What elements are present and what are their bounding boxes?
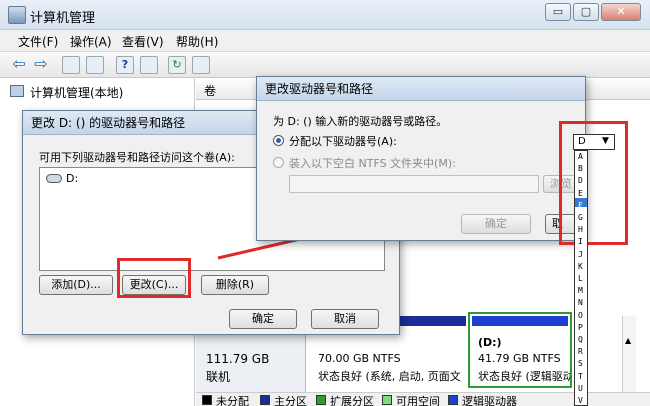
drive-letter-option[interactable]: I	[578, 238, 583, 247]
selected-letter: D	[578, 136, 586, 147]
radio-dot-icon	[276, 138, 281, 143]
instruction-text: 为 D: () 输入新的驱动器号或路径。	[273, 115, 448, 128]
drive-letter-combobox[interactable]: D ▼	[573, 134, 615, 150]
radio-assign[interactable]	[273, 135, 284, 146]
drive-letter-option[interactable]: T	[578, 372, 583, 382]
drive-letter-option[interactable]: N	[578, 299, 583, 308]
drive-letter-option[interactable]: M	[578, 287, 583, 296]
drive-letter-option[interactable]: O	[578, 311, 583, 321]
dialog-title: 更改驱动器号和路径	[257, 77, 585, 101]
drive-letter-option[interactable]: H	[578, 226, 583, 235]
drive-letter-option[interactable]: S	[578, 360, 583, 369]
drive-letter-option[interactable]: R	[578, 348, 583, 357]
drive-letter-option[interactable]: F	[578, 201, 583, 211]
drive-letter-option[interactable]: J	[578, 250, 583, 260]
radio-mount-label[interactable]: 装入以下空白 NTFS 文件夹中(M):	[289, 155, 456, 171]
drive-letter-option[interactable]: D	[578, 177, 583, 186]
drive-letter-option[interactable]: L	[578, 274, 583, 284]
drive-letter-option[interactable]: Q	[578, 335, 583, 345]
radio-mount[interactable]	[273, 157, 284, 168]
change-letter-path-dialog: 更改驱动器号和路径 为 D: () 输入新的驱动器号或路径。 分配以下驱动器号(…	[256, 76, 586, 241]
drive-letter-option[interactable]: K	[578, 262, 583, 272]
drive-letter-option[interactable]: E	[578, 189, 583, 199]
drive-letter-option[interactable]: B	[578, 165, 583, 174]
drive-letter-option[interactable]: A	[578, 152, 583, 162]
drive-letter-option[interactable]: V	[578, 396, 583, 406]
chevron-down-icon[interactable]: ▼	[602, 136, 609, 146]
ok-button[interactable]: 确定	[461, 214, 531, 234]
drive-letter-list[interactable]: ABDEFGHIJKLMNOPQRSTUV	[574, 150, 588, 406]
folder-path-input[interactable]	[289, 175, 539, 193]
drive-letter-option[interactable]: U	[578, 384, 583, 394]
drive-letter-option[interactable]: G	[578, 213, 583, 223]
radio-assign-label[interactable]: 分配以下驱动器号(A):	[289, 133, 397, 149]
drive-letter-option[interactable]: P	[578, 323, 583, 333]
